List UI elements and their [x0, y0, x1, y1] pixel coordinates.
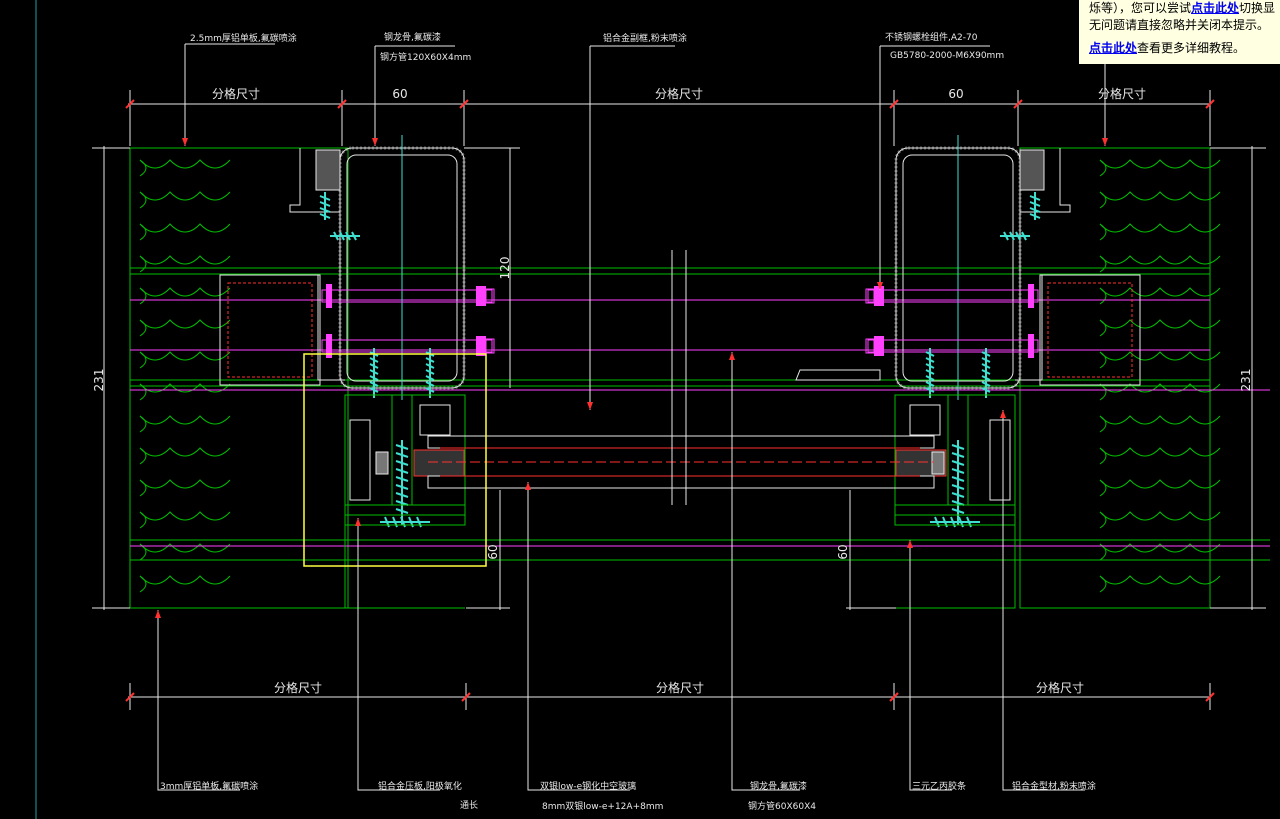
- label-top-left-panel: 2.5mm厚铝单板,氟碳喷涂: [190, 32, 297, 44]
- cad-drawing-canvas[interactable]: 分格尺寸 60 分格尺寸 60 分格尺寸 分格尺寸 分格尺寸 分格尺寸 231 …: [0, 0, 1280, 819]
- dim-60-right: 60: [836, 544, 850, 559]
- tutorial-link[interactable]: 点击此处: [1089, 41, 1137, 55]
- notice-line-1: 烁等），您可以尝试点击此处切换显: [1089, 0, 1280, 17]
- notice-text-3: 查看更多详细教程。: [1137, 41, 1246, 55]
- dim-60-top-right: 60: [948, 87, 963, 101]
- label-bottom-epdm: 三元乙丙胶条: [912, 780, 966, 792]
- dim-60-top-left: 60: [392, 87, 407, 101]
- label-top-bolt: 不锈钢螺栓组件,A2-70: [885, 31, 978, 43]
- dim-grid-top-center: 分格尺寸: [655, 86, 703, 101]
- label-bottom-steel-keel: 钢龙骨,氟碳漆: [750, 780, 807, 792]
- label-bottom-panel: 3mm厚铝单板,氟碳喷涂: [160, 780, 258, 792]
- label-bottom-glass: 双银low-e钢化中空玻璃: [540, 780, 636, 792]
- label-bottom-pressplate: 铝合金压板,阳极氧化: [378, 780, 462, 792]
- label-top-steel-keel: 钢龙骨,氟碳漆: [384, 31, 441, 43]
- switch-display-link[interactable]: 点击此处: [1191, 1, 1239, 15]
- dim-120: 120: [498, 257, 512, 280]
- dim-grid-top-right: 分格尺寸: [1098, 86, 1146, 101]
- label-bottom-glass-spec: 8mm双银low-e+12A+8mm: [542, 800, 663, 812]
- notice-line-2: 无问题请直接忽略并关闭本提示。: [1089, 18, 1270, 32]
- notice-line-3: 点击此处查看更多详细教程。: [1089, 40, 1280, 57]
- dim-231-left: 231: [92, 369, 106, 392]
- label-bottom-steel-tube: 钢方管60X60X4: [748, 800, 816, 812]
- notice-text-1b: 切换显: [1239, 1, 1276, 15]
- dim-60-left: 60: [486, 544, 500, 559]
- dim-grid-bottom-right: 分格尺寸: [1036, 680, 1084, 695]
- label-bottom-pressplate-sub: 通长: [460, 799, 478, 811]
- notice-text-1: 烁等），您可以尝试: [1089, 1, 1192, 15]
- notice-tooltip: 烁等），您可以尝试点击此处切换显 无问题请直接忽略并关闭本提示。 点击此处查看更…: [1079, 0, 1280, 64]
- dim-231-right: 231: [1239, 369, 1253, 392]
- dim-grid-bottom-center: 分格尺寸: [656, 680, 704, 695]
- dim-grid-bottom-left: 分格尺寸: [274, 680, 322, 695]
- label-top-steel-tube: 钢方管120X60X4mm: [380, 51, 471, 63]
- dim-grid-top-left: 分格尺寸: [212, 86, 260, 101]
- label-bottom-alu-profile: 铝合金型材,粉末喷涂: [1012, 780, 1096, 792]
- label-top-bolt-spec: GB5780-2000-M6X90mm: [890, 51, 1004, 61]
- label-top-alu-cover: 铝合金副框,粉末喷涂: [603, 32, 687, 44]
